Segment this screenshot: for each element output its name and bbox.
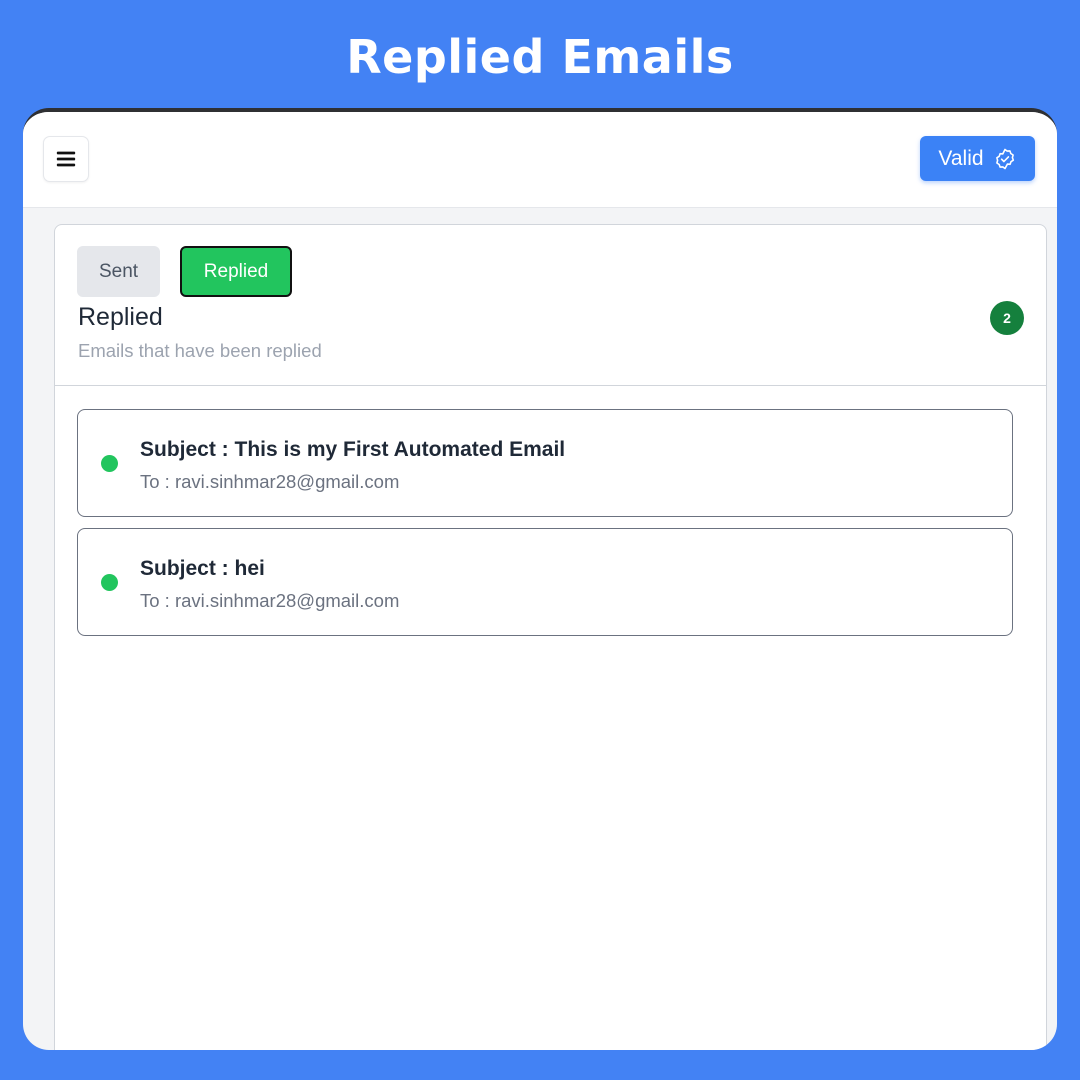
email-list-item[interactable]: Subject : This is my First Automated Ema… bbox=[77, 409, 1013, 517]
email-list-item[interactable]: Subject : hei To : ravi.sinhmar28@gmail.… bbox=[77, 528, 1013, 636]
badge-check-icon bbox=[995, 148, 1014, 169]
menu-button[interactable] bbox=[43, 136, 89, 182]
section-subtitle: Emails that have been replied bbox=[78, 340, 322, 361]
tab-replied[interactable]: Replied bbox=[180, 246, 292, 297]
status-dot bbox=[101, 574, 118, 591]
banner-title: Replied Emails bbox=[346, 30, 734, 84]
email-subject: Subject : hei bbox=[140, 557, 265, 580]
card-header: Sent Replied Replied Emails that have be… bbox=[55, 225, 1046, 386]
section-title: Replied bbox=[78, 303, 163, 331]
email-recipient: To : ravi.sinhmar28@gmail.com bbox=[140, 471, 400, 492]
emails-card: Sent Replied Replied Emails that have be… bbox=[54, 224, 1047, 1050]
tab-sent[interactable]: Sent bbox=[77, 246, 160, 297]
status-dot bbox=[101, 455, 118, 472]
email-recipient: To : ravi.sinhmar28@gmail.com bbox=[140, 590, 400, 611]
valid-button[interactable]: Valid bbox=[920, 136, 1035, 181]
valid-button-label: Valid bbox=[938, 146, 984, 170]
email-subject: Subject : This is my First Automated Ema… bbox=[140, 438, 566, 461]
top-bar: Valid bbox=[23, 112, 1057, 208]
app-window: Valid Sent Replied Replied Emails that h… bbox=[23, 108, 1057, 1050]
count-badge: 2 bbox=[990, 301, 1024, 335]
hamburger-menu-icon bbox=[56, 151, 76, 167]
